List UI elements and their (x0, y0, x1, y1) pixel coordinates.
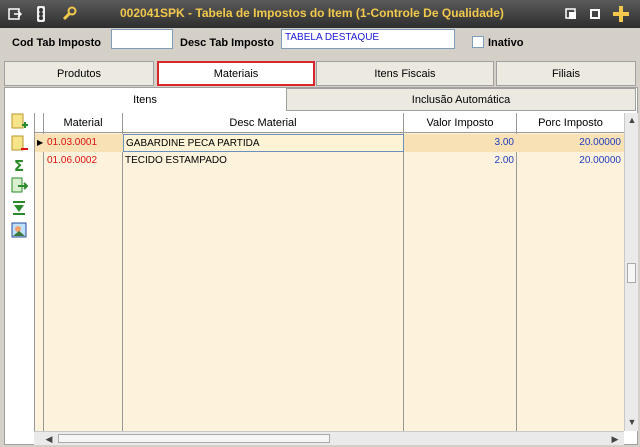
cod-tab-imposto-label: Cod Tab Imposto (12, 37, 102, 49)
desc-tab-imposto-label: Desc Tab Imposto (180, 37, 274, 49)
subtab-itens[interactable]: Itens (5, 88, 285, 111)
table-row[interactable]: 01.06.0002 TECIDO ESTAMPADO 2.00 20.0000… (35, 152, 625, 170)
tab-filiais[interactable]: Filiais (496, 61, 636, 86)
vertical-scroll-thumb[interactable] (627, 263, 636, 283)
window-title: 002041SPK - Tabela de Impostos do Item (… (120, 6, 504, 20)
cell-valor-imposto[interactable]: 3.00 (404, 134, 516, 152)
image-icon[interactable] (10, 221, 28, 239)
inativo-checkbox[interactable] (472, 36, 484, 48)
subtab-itens-label: Itens (133, 93, 157, 106)
col-desc-material-header[interactable]: Desc Material (123, 113, 404, 133)
sum-icon[interactable]: Σ (10, 157, 28, 175)
col-divider (35, 133, 44, 431)
wrench-icon[interactable] (60, 5, 78, 23)
cell-material[interactable]: 01.06.0002 (45, 152, 123, 170)
cell-desc-material[interactable]: GABARDINE PECA PARTIDA (123, 134, 404, 152)
tab-materiais[interactable]: Materiais (157, 61, 315, 86)
cell-valor-imposto[interactable]: 2.00 (404, 152, 516, 170)
header-form: Cod Tab Imposto Desc Tab Imposto TABELA … (0, 28, 640, 60)
scroll-up-icon[interactable]: ▲ (625, 113, 639, 127)
desc-tab-imposto-input[interactable]: TABELA DESTAQUE (281, 29, 455, 49)
vertical-scrollbar[interactable]: ▲ ▼ (624, 113, 638, 431)
col-valor-imposto-header[interactable]: Valor Imposto (404, 113, 517, 133)
cell-desc-material[interactable]: TECIDO ESTAMPADO (123, 152, 404, 170)
restore-icon[interactable] (562, 5, 580, 23)
cod-tab-imposto-input[interactable] (111, 29, 173, 49)
col-material-header[interactable]: Material (44, 113, 123, 133)
cell-porc-imposto[interactable]: 20.00000 (517, 134, 623, 152)
materials-grid: Material Desc Material Valor Imposto Por… (34, 113, 625, 431)
subtab-inclusao-automatica[interactable]: Inclusão Automática (286, 88, 636, 111)
scroll-down-icon[interactable]: ▼ (625, 415, 639, 429)
tab-produtos[interactable]: Produtos (4, 61, 154, 86)
tab-filiais-label: Filiais (551, 67, 581, 80)
horizontal-scrollbar[interactable]: ◀ ▶ (34, 431, 624, 445)
menu-icon[interactable] (6, 5, 24, 23)
horizontal-scroll-thumb[interactable] (58, 434, 330, 443)
table-row[interactable]: ▶ 01.03.0001 GABARDINE PECA PARTIDA 3.00… (35, 134, 625, 152)
row-pointer-icon: ▶ (37, 138, 44, 147)
maximize-icon[interactable] (586, 5, 604, 23)
export-icon[interactable] (10, 177, 28, 195)
col-divider (44, 133, 123, 431)
row-indicator-header (35, 113, 44, 133)
scroll-left-icon[interactable]: ◀ (42, 432, 56, 446)
inativo-label: Inativo (488, 37, 524, 49)
col-divider (404, 133, 517, 431)
col-divider (123, 133, 404, 431)
add-row-icon[interactable] (10, 113, 28, 131)
title-bar: 002041SPK - Tabela de Impostos do Item (… (0, 0, 640, 28)
scroll-right-icon[interactable]: ▶ (608, 432, 622, 446)
tab-itens-fiscais[interactable]: Itens Fiscais (316, 61, 494, 86)
download-icon[interactable] (10, 199, 28, 217)
add-icon[interactable] (612, 5, 630, 23)
delete-row-icon[interactable] (10, 135, 28, 153)
cell-material[interactable]: 01.03.0001 (45, 134, 123, 152)
subtab-inclusao-label: Inclusão Automática (411, 93, 511, 106)
tab-materiais-label: Materiais (213, 67, 259, 80)
traffic-light-icon[interactable] (32, 5, 50, 23)
tab-itens-fiscais-label: Itens Fiscais (374, 67, 436, 80)
col-porc-imposto-header[interactable]: Porc Imposto (517, 113, 625, 133)
tab-produtos-label: Produtos (56, 67, 102, 80)
cell-porc-imposto[interactable]: 20.00000 (517, 152, 623, 170)
